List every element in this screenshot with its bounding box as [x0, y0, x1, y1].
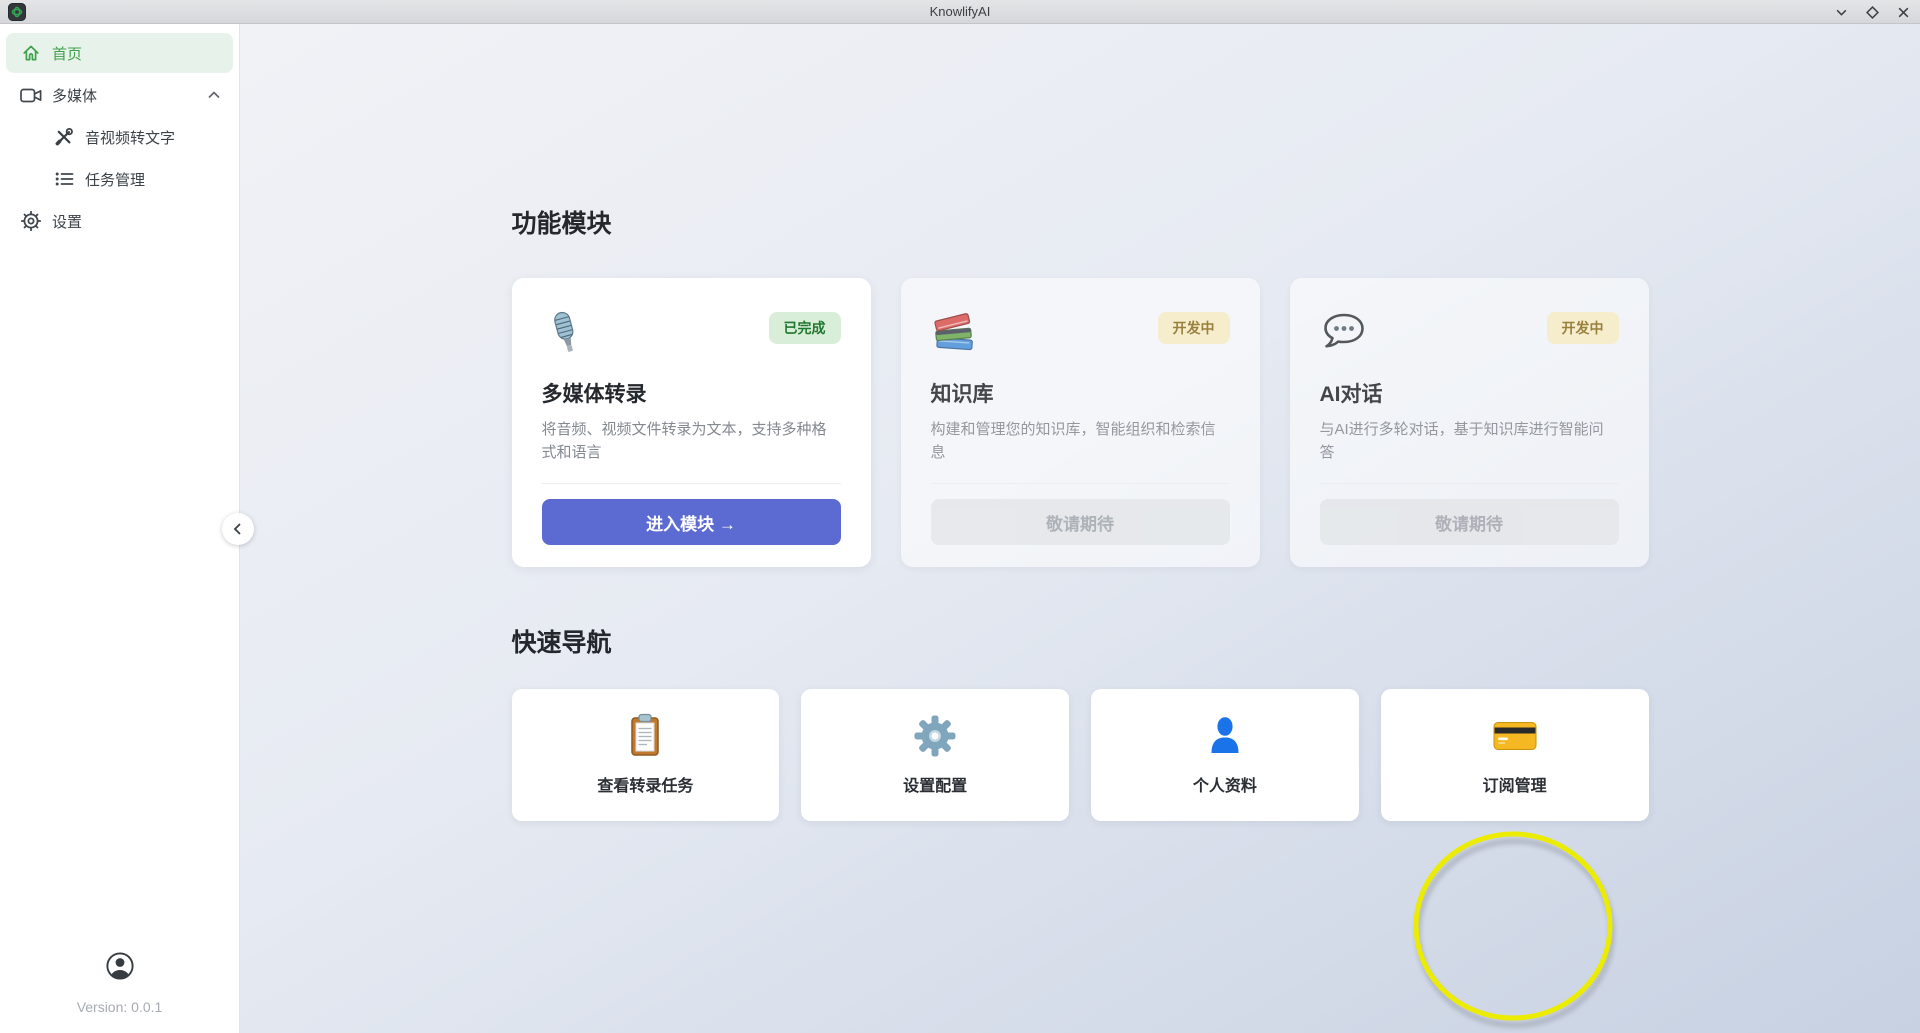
- status-badge: 开发中: [1158, 312, 1230, 344]
- sidebar-item-label: 设置: [52, 211, 221, 232]
- highlight-circle-annotation: [1398, 818, 1634, 1033]
- quick-card-profile[interactable]: 个人资料: [1091, 689, 1359, 821]
- quick-nav-section-title: 快速导航: [512, 627, 1649, 659]
- home-icon: [20, 42, 42, 64]
- quick-card-settings[interactable]: 设置配置: [801, 689, 1069, 821]
- quick-card-label: 订阅管理: [1483, 772, 1547, 796]
- quick-card-label: 设置配置: [903, 772, 967, 796]
- sidebar-item-home[interactable]: 首页: [6, 33, 233, 73]
- module-description: 将音频、视频文件转录为文本，支持多种格式和语言: [542, 419, 841, 464]
- clipboard-icon: [625, 715, 665, 757]
- person-icon: [1205, 715, 1245, 757]
- credit-card-icon: [1492, 715, 1538, 757]
- sidebar-item-label: 音视频转文字: [85, 127, 221, 148]
- quick-nav-grid: 查看转录任务: [512, 689, 1649, 821]
- main-area: 功能模块: [240, 24, 1920, 1033]
- books-icon: [931, 308, 979, 356]
- module-title: 知识库: [931, 378, 1230, 408]
- coming-soon-button: 敬请期待: [931, 499, 1230, 545]
- gear-color-icon: [914, 715, 956, 757]
- quick-card-subscription[interactable]: 订阅管理: [1381, 689, 1649, 821]
- window-title: KnowlifyAI: [0, 4, 1920, 19]
- sidebar: 首页 多媒体: [0, 24, 240, 1033]
- app-body: 首页 多媒体: [0, 24, 1920, 1033]
- chevron-down-icon: [1835, 6, 1848, 19]
- status-badge: 开发中: [1547, 312, 1619, 344]
- quick-card-label: 个人资料: [1193, 772, 1257, 796]
- sidebar-item-label: 首页: [52, 43, 221, 64]
- sidebar-item-label: 任务管理: [85, 169, 221, 190]
- sidebar-collapse-button[interactable]: [222, 513, 254, 545]
- video-camera-icon: [20, 84, 42, 106]
- tools-icon: [53, 126, 75, 148]
- microphone-icon: [542, 308, 590, 356]
- close-button[interactable]: [1896, 5, 1910, 19]
- enter-module-button[interactable]: 进入模块 →: [542, 499, 841, 545]
- chevron-left-icon: [231, 522, 245, 536]
- module-card-knowledge-base: 开发中 知识库 构建和管理您的知识库，智能组织和检索信息 敬请期待: [901, 278, 1260, 567]
- avatar[interactable]: [105, 951, 135, 986]
- main-content: 功能模块: [512, 208, 1649, 821]
- chat-bubble-icon: [1320, 308, 1368, 356]
- quick-card-label: 查看转录任务: [597, 772, 693, 796]
- sidebar-footer: Version: 0.0.1: [6, 951, 233, 1023]
- sidebar-item-label: 多媒体: [52, 85, 197, 106]
- quick-card-view-tasks[interactable]: 查看转录任务: [512, 689, 780, 821]
- module-title: 多媒体转录: [542, 378, 841, 408]
- sidebar-item-multimedia[interactable]: 多媒体: [6, 75, 233, 115]
- chevron-up-icon[interactable]: [207, 87, 221, 104]
- module-description: 构建和管理您的知识库，智能组织和检索信息: [931, 419, 1230, 464]
- diamond-icon: [1866, 6, 1879, 19]
- module-card-transcription: 已完成 多媒体转录 将音频、视频文件转录为文本，支持多种格式和语言 进入模块 →: [512, 278, 871, 567]
- sidebar-item-transcribe[interactable]: 音视频转文字: [6, 117, 233, 157]
- status-badge: 已完成: [769, 312, 841, 344]
- features-section-title: 功能模块: [512, 208, 1649, 240]
- sidebar-item-tasks[interactable]: 任务管理: [6, 159, 233, 199]
- module-card-ai-chat: 开发中 AI对话 与AI进行多轮对话，基于知识库进行智能问答 敬请期待: [1290, 278, 1649, 567]
- maximize-button[interactable]: [1865, 5, 1879, 19]
- minimize-button[interactable]: [1834, 5, 1848, 19]
- app-logo-icon: [8, 3, 26, 21]
- sidebar-item-settings[interactable]: 设置: [6, 201, 233, 241]
- task-list-icon: [53, 168, 75, 190]
- titlebar: KnowlifyAI: [0, 0, 1920, 24]
- module-description: 与AI进行多轮对话，基于知识库进行智能问答: [1320, 419, 1619, 464]
- module-title: AI对话: [1320, 378, 1619, 408]
- modules-grid: 已完成 多媒体转录 将音频、视频文件转录为文本，支持多种格式和语言 进入模块 →: [512, 278, 1649, 567]
- gear-icon: [20, 210, 42, 232]
- version-label: Version: 0.0.1: [77, 999, 163, 1015]
- coming-soon-button: 敬请期待: [1320, 499, 1619, 545]
- close-icon: [1897, 6, 1910, 19]
- window-controls: [1834, 0, 1914, 24]
